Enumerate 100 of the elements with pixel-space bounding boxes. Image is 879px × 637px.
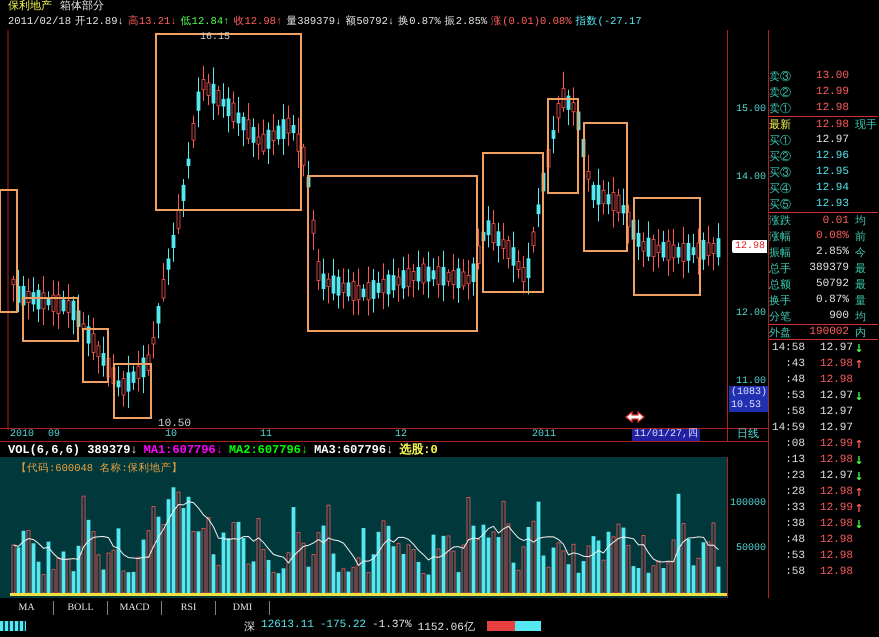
trade-direction: ↑: [853, 502, 865, 514]
trade-time: :33: [784, 502, 805, 514]
period-label[interactable]: 日线: [737, 429, 759, 441]
side-label: 均: [855, 310, 866, 324]
stat-label: 换手: [769, 294, 792, 308]
ask-label: 卖③: [769, 70, 792, 84]
index-quote: 1152.06亿: [418, 620, 475, 634]
trade-direction: ↓: [853, 518, 865, 530]
date-label: 10: [165, 429, 178, 441]
trade-time: :48: [784, 374, 805, 386]
trade-price: 12.99: [818, 438, 853, 450]
stock-name: 保利地产: [8, 0, 52, 15]
trade-price: 12.98: [818, 550, 853, 562]
trade-time: :48: [784, 534, 805, 546]
price-tick: 15.00: [736, 103, 766, 117]
stock-code-caption: 【代码:600048 名称:保利地产】: [16, 461, 183, 475]
trade-direction: ↓: [853, 454, 865, 466]
indicator-value: MA1:607796↓: [144, 444, 223, 456]
bid-price: 12.94: [814, 182, 849, 194]
trade-time: 14:58: [770, 342, 805, 354]
quote-field: 涨(0.01)0.08%: [491, 15, 572, 30]
volume-tick: 50000: [736, 542, 766, 556]
trade-price: 12.98: [818, 518, 853, 530]
market-strength-bar: [0, 621, 26, 631]
latest-label: 最新: [769, 118, 792, 132]
quote-field: 低12.84↑: [180, 15, 230, 30]
side-label: 现手: [855, 118, 877, 132]
stat-label: 振幅: [769, 246, 792, 260]
trade-price: 12.97: [818, 390, 853, 402]
side-label: 量: [855, 294, 866, 308]
index-quote: 深: [244, 620, 255, 634]
quote-field: 2011/02/18: [8, 15, 72, 30]
trade-price: 12.97: [818, 422, 853, 434]
price-tick: 12.00: [736, 307, 766, 321]
bid-label: 买③: [769, 166, 792, 180]
stat-value: 0.87%: [814, 294, 849, 306]
index-quote: 12613.11: [261, 618, 314, 632]
trade-direction: ↑: [853, 358, 865, 370]
trade-price: 12.98: [818, 454, 853, 466]
trade-price: 12.98: [818, 486, 853, 498]
price-tick: 14.00: [736, 171, 766, 185]
date-label: 11: [260, 429, 272, 441]
stat-value: 2.85%: [814, 246, 849, 258]
bid-label: 买④: [769, 182, 792, 196]
bid-price: 12.96: [814, 150, 849, 162]
stat-label: 总手: [769, 262, 792, 276]
latest-price: 12.98: [814, 118, 849, 130]
bid-price: 12.93: [814, 198, 849, 210]
date-label: 2010: [10, 429, 34, 441]
trade-direction: ↓: [853, 390, 865, 402]
price-tick: 11.00: [736, 375, 766, 387]
trade-time: :28: [784, 486, 805, 498]
ask-price: 12.99: [814, 86, 849, 98]
stat-value: 190002: [808, 326, 849, 338]
trade-time: :38: [784, 518, 805, 530]
side-label: 今: [855, 246, 866, 260]
date-label: 12: [395, 429, 408, 441]
side-label: 最: [855, 262, 866, 276]
cursor-price-box: (1083) 10.53: [729, 386, 768, 412]
quote-field: 收12.98↑: [233, 15, 282, 30]
trade-direction: ↑: [853, 486, 865, 498]
indicator-value: MA2:607796↓: [228, 444, 308, 456]
trade-time: :13: [784, 454, 805, 466]
stat-value: 0.01: [822, 214, 849, 226]
trade-time: :58: [784, 566, 805, 578]
market-breadth-bar: [486, 621, 541, 631]
low-price-label: 10.50: [158, 418, 192, 430]
trade-price: 12.97: [818, 342, 853, 354]
side-label: 前: [855, 230, 866, 244]
side-label: 内: [855, 326, 866, 340]
ask-label: 卖②: [769, 86, 792, 100]
stat-value: 389379: [808, 262, 849, 274]
indicator-value: MA3:607796↓: [314, 444, 394, 456]
stat-value: 900: [828, 310, 849, 322]
side-label: 均: [855, 214, 866, 228]
trade-time: 14:59: [770, 422, 805, 434]
trade-time: :08: [784, 438, 805, 450]
bid-label: 买⑤: [769, 198, 792, 212]
trade-price: 12.98: [818, 374, 853, 386]
last-price-marker: 12.98: [732, 240, 768, 253]
trade-time: :53: [784, 390, 805, 402]
quote-field: 高13.21↓: [128, 15, 177, 30]
ask-label: 卖①: [769, 102, 792, 116]
chart-title: 箱体部分: [60, 0, 104, 15]
quote-field: 量389379↓: [286, 15, 342, 30]
bid-price: 12.97: [814, 134, 849, 146]
quote-field: 开12.89↓: [75, 15, 124, 30]
stat-label: 涨跌: [769, 214, 792, 228]
quote-field: 振2.85%: [444, 15, 488, 30]
stat-value: 0.08%: [814, 230, 849, 242]
trade-time: :23: [784, 470, 805, 482]
ask-price: 12.98: [814, 102, 849, 114]
trade-time: :58: [784, 406, 805, 418]
indicator-value: VOL(6,6,6) 389379↓: [8, 444, 138, 456]
trade-price: 12.98: [818, 534, 853, 546]
trade-direction: ↓: [853, 342, 865, 354]
trade-price: 12.98: [818, 566, 853, 578]
quote-field: 额50792↓: [345, 15, 394, 30]
index-quote: -175.22: [320, 618, 366, 632]
trade-time: :43: [784, 358, 805, 370]
